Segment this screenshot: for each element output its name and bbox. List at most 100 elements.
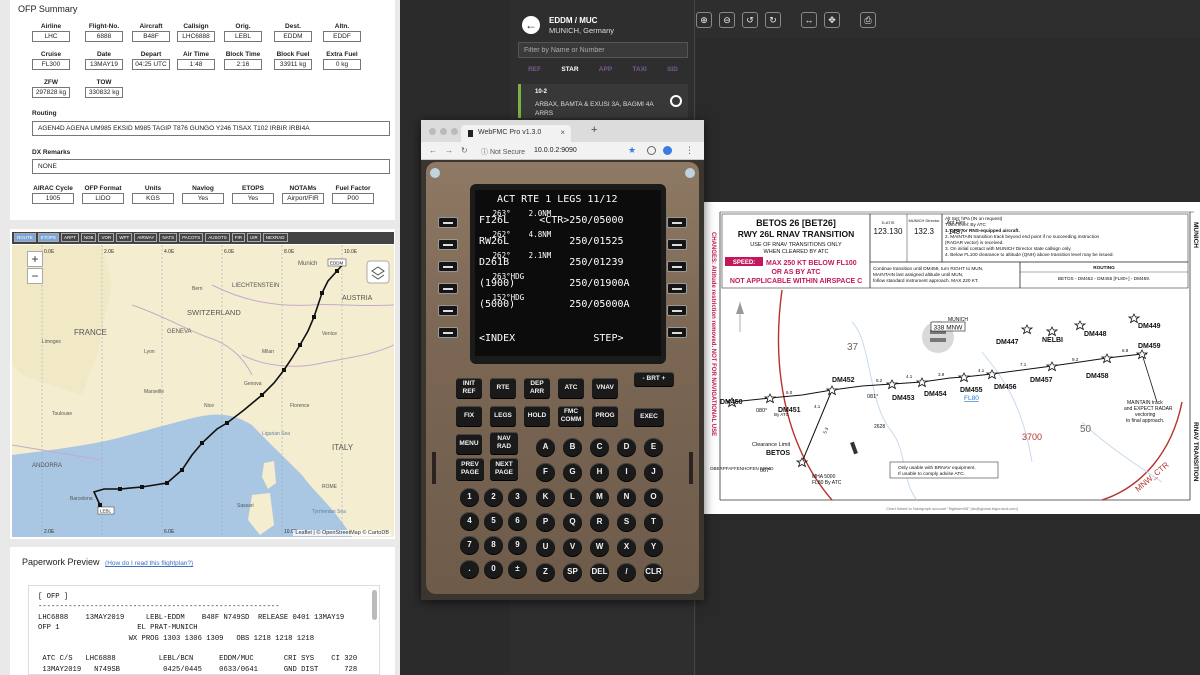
map-zoom-in-button[interactable]: + bbox=[27, 251, 43, 267]
alpha-key-del[interactable]: DEL bbox=[590, 563, 609, 581]
back-arrow-icon[interactable]: ← bbox=[522, 16, 540, 34]
lsk-l6-button[interactable] bbox=[438, 327, 458, 338]
exec-key[interactable]: EXEC bbox=[634, 408, 664, 426]
zoom-out-icon[interactable]: ⊖ bbox=[719, 12, 735, 28]
num-key[interactable]: 2 bbox=[484, 488, 503, 506]
ofp-field-value[interactable]: 1905 bbox=[32, 193, 74, 204]
ofp-field-value[interactable]: LEBL bbox=[224, 31, 262, 42]
ofp-field-value[interactable]: 33911 kg bbox=[274, 59, 312, 70]
num-key[interactable]: 6 bbox=[508, 512, 527, 530]
menu-key[interactable]: MENU bbox=[456, 434, 482, 454]
alpha-key-e[interactable]: E bbox=[644, 438, 663, 456]
forward-icon[interactable]: → bbox=[445, 146, 453, 155]
bookmark-star-icon[interactable]: ★ bbox=[628, 145, 636, 156]
tab-app[interactable]: APP bbox=[599, 64, 612, 78]
ofp-field-value[interactable]: LHC6888 bbox=[177, 31, 215, 42]
alpha-key-w[interactable]: W bbox=[590, 538, 609, 556]
ofp-field-value[interactable]: 330832 kg bbox=[85, 87, 123, 98]
alpha-key-a[interactable]: A bbox=[536, 438, 555, 456]
map-layer-toggle[interactable]: NDB bbox=[80, 233, 97, 242]
map-layer-toggle[interactable]: NEXRAD bbox=[262, 233, 288, 242]
ofp-field-value[interactable]: 297828 kg bbox=[32, 87, 70, 98]
map-layer-toggle[interactable]: ARPT bbox=[60, 233, 79, 242]
alpha-key-o[interactable]: O bbox=[644, 488, 663, 506]
alpha-key-x[interactable]: X bbox=[617, 538, 636, 556]
alpha-key-sp[interactable]: SP bbox=[563, 563, 582, 581]
alpha-key-u[interactable]: U bbox=[536, 538, 555, 556]
ofp-field-value[interactable]: EDDF bbox=[323, 31, 361, 42]
alpha-key-q[interactable]: Q bbox=[563, 513, 582, 531]
lsk-l1-button[interactable] bbox=[438, 217, 458, 228]
ofp-field-value[interactable]: Yes bbox=[182, 193, 224, 204]
prev-page-key[interactable]: PREV PAGE bbox=[456, 458, 484, 480]
chart-select-radio[interactable] bbox=[670, 95, 682, 107]
ofp-field-value[interactable]: LHC bbox=[32, 31, 70, 42]
routing-field[interactable]: AGEN4D AGENA UM985 EKSID M985 TAGIP T876… bbox=[32, 121, 390, 136]
num-key[interactable]: 5 bbox=[484, 512, 503, 530]
legs-key[interactable]: LEGS bbox=[490, 406, 516, 426]
ofp-field-value[interactable]: Airport/FIR bbox=[282, 193, 324, 204]
alpha-key-n[interactable]: N bbox=[617, 488, 636, 506]
alpha-key-slash[interactable]: / bbox=[617, 563, 636, 581]
num-key[interactable]: ± bbox=[508, 560, 527, 578]
num-key[interactable]: 9 bbox=[508, 536, 527, 554]
browser-tab[interactable]: WebFMC Pro v1.3.0 × bbox=[461, 125, 571, 142]
url-field[interactable]: 10.0.0.2:9090 bbox=[534, 147, 577, 154]
print-icon[interactable]: ⎙ bbox=[860, 12, 876, 28]
window-maximize-dot[interactable] bbox=[451, 128, 458, 135]
alpha-key-i[interactable]: I bbox=[617, 463, 636, 481]
new-tab-button[interactable]: + bbox=[591, 124, 597, 136]
lsk-r1-button[interactable] bbox=[667, 217, 687, 228]
vnav-key[interactable]: VNAV bbox=[592, 378, 618, 398]
alpha-key-v[interactable]: V bbox=[563, 538, 582, 556]
alpha-key-d[interactable]: D bbox=[617, 438, 636, 456]
num-key[interactable]: 8 bbox=[484, 536, 503, 554]
alpha-key-g[interactable]: G bbox=[563, 463, 582, 481]
tab-sid[interactable]: SID bbox=[667, 64, 678, 78]
map-layer-toggle[interactable]: PACOTS bbox=[179, 233, 204, 242]
map-layer-toggle[interactable]: NATS bbox=[159, 233, 178, 242]
alpha-key-f[interactable]: F bbox=[536, 463, 555, 481]
lsk-l3-button[interactable] bbox=[438, 261, 458, 272]
ofp-field-value[interactable]: 13MAY19 bbox=[85, 59, 123, 70]
alpha-key-t[interactable]: T bbox=[644, 513, 663, 531]
alpha-key-b[interactable]: B bbox=[563, 438, 582, 456]
alpha-key-r[interactable]: R bbox=[590, 513, 609, 531]
rotate-right-icon[interactable]: ↻ bbox=[765, 12, 781, 28]
alpha-key-m[interactable]: M bbox=[590, 488, 609, 506]
alpha-key-h[interactable]: H bbox=[590, 463, 609, 481]
map-layer-toggle[interactable]: ROUTE bbox=[14, 233, 36, 242]
ofp-field-value[interactable]: P00 bbox=[332, 193, 374, 204]
lsk-r5-button[interactable] bbox=[667, 305, 687, 316]
hold-key[interactable]: HOLD bbox=[524, 406, 550, 426]
alpha-key-k[interactable]: K bbox=[536, 488, 555, 506]
alpha-key-s[interactable]: S bbox=[617, 513, 636, 531]
map-layer-toggle[interactable]: WPT bbox=[116, 233, 133, 242]
flightplan-help-link[interactable]: (How do I read this flightplan?) bbox=[105, 560, 193, 567]
ofp-field-value[interactable]: LIDO bbox=[82, 193, 124, 204]
alpha-key-clr[interactable]: CLR bbox=[644, 563, 663, 581]
lsk-r3-button[interactable] bbox=[667, 261, 687, 272]
lsk-r6-button[interactable] bbox=[667, 327, 687, 338]
alpha-key-z[interactable]: Z bbox=[536, 563, 555, 581]
map-layer-toggle[interactable]: FIR bbox=[231, 233, 246, 242]
num-key[interactable]: 1 bbox=[460, 488, 479, 506]
nav-rad-key[interactable]: NAV RAD bbox=[490, 432, 518, 454]
fit-width-icon[interactable]: ↔ bbox=[801, 12, 817, 28]
ofp-field-value[interactable]: FL300 bbox=[32, 59, 70, 70]
ofp-field-value[interactable]: 04:25 UTC bbox=[132, 59, 170, 70]
prog-key[interactable]: PROG bbox=[592, 406, 618, 426]
not-secure-indicator[interactable]: ⓘ Not Secure bbox=[481, 147, 525, 157]
ofp-field-value[interactable]: 0 kg bbox=[323, 59, 361, 70]
tab-star[interactable]: STAR bbox=[561, 64, 578, 78]
map-layer-toggle[interactable]: AUSOTS bbox=[205, 233, 230, 242]
zoom-in-icon[interactable]: ⊕ bbox=[696, 12, 712, 28]
extension-icon[interactable] bbox=[647, 146, 656, 155]
lsk-l5-button[interactable] bbox=[438, 305, 458, 316]
lsk-r4-button[interactable] bbox=[667, 283, 687, 294]
init-ref-key[interactable]: INIT REF bbox=[456, 378, 482, 398]
tab-taxi[interactable]: TAXI bbox=[632, 64, 646, 78]
brightness-key[interactable]: - BRT + bbox=[634, 372, 674, 386]
num-key[interactable]: 0 bbox=[484, 560, 503, 578]
dx-remarks-field[interactable]: NONE bbox=[32, 159, 390, 174]
